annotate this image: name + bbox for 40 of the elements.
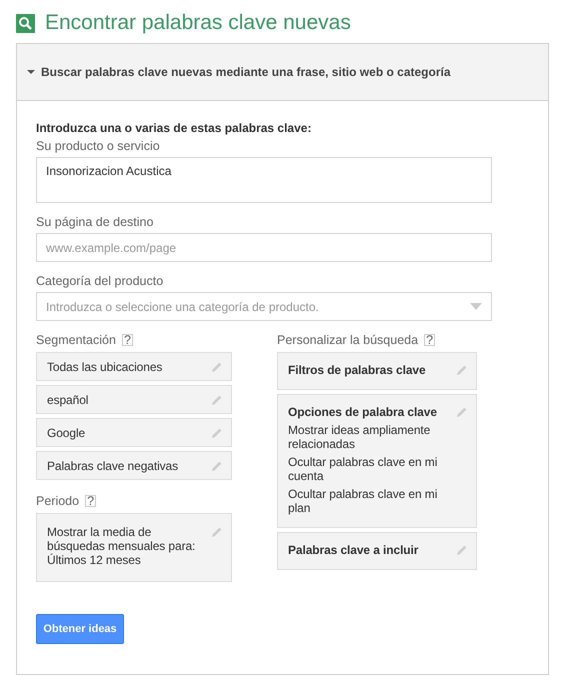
card-title: Opciones de palabra clave	[288, 405, 438, 419]
targeting-item[interactable]: Google	[36, 418, 232, 447]
field-label: Su página de destino	[36, 215, 154, 229]
pencil-icon[interactable]	[211, 361, 223, 373]
targeting-item[interactable]: español	[36, 385, 232, 414]
period-text: Últimos 12 meses	[47, 553, 142, 567]
search-icon	[16, 14, 35, 32]
help-icon[interactable]: ?	[424, 334, 436, 346]
pencil-icon[interactable]	[211, 427, 223, 439]
pencil-icon[interactable]	[211, 526, 223, 538]
form-intro: Introduzca una o varias de estas palabras clave:	[36, 121, 312, 135]
card-title: Filtros de palabras clave	[288, 363, 427, 377]
option-card[interactable]: Palabras clave a incluir	[277, 532, 477, 570]
field-label: Categoría del producto	[36, 274, 164, 288]
period-text: Mostrar la media de búsquedas mensuales para:	[47, 525, 196, 553]
help-icon[interactable]: ?	[122, 334, 133, 346]
section-label: Segmentación	[36, 333, 116, 347]
option-card[interactable]: Opciones de palabra clave Mostrar ideas ampliamente relacionadas Ocultar palabras clave en mi cuenta Ocultar palabras clave en mi plan	[277, 394, 477, 528]
period-card[interactable]: Mostrar la media de búsquedas mensuales para: Últimos 12 meses	[36, 513, 232, 582]
pencil-icon[interactable]	[211, 394, 223, 406]
pencil-icon[interactable]	[211, 460, 223, 472]
section-title[interactable]: Buscar palabras clave nuevas mediante una frase, sitio web o categoría	[41, 65, 450, 79]
field-label: Su producto o servicio	[36, 139, 161, 153]
targeting-item[interactable]: Todas las ubicaciones	[36, 352, 232, 381]
card-title: Palabras clave a incluir	[288, 543, 420, 557]
option-card[interactable]: Filtros de palabras clave	[277, 352, 477, 390]
targeting-item[interactable]: Palabras clave negativas	[36, 451, 232, 480]
section-label: Personalizar la búsqueda	[277, 333, 418, 347]
caret-icon[interactable]	[27, 68, 35, 76]
dropdown-arrow-icon	[470, 303, 482, 310]
section-label: Periodo	[36, 494, 80, 508]
option-text: Ocultar palabras clave en mi plan	[288, 487, 438, 515]
help-icon[interactable]: ?	[85, 495, 96, 507]
page-title: Encontrar palabras clave nuevas	[45, 11, 351, 35]
option-text: Ocultar palabras clave en mi cuenta	[288, 455, 438, 483]
pencil-icon[interactable]	[456, 544, 468, 556]
option-text: Mostrar ideas ampliamente relacionadas	[288, 423, 432, 451]
pencil-icon[interactable]	[456, 364, 468, 376]
input-field[interactable]: Insonorizacion Acustica	[36, 157, 492, 203]
pencil-icon[interactable]	[456, 406, 468, 418]
